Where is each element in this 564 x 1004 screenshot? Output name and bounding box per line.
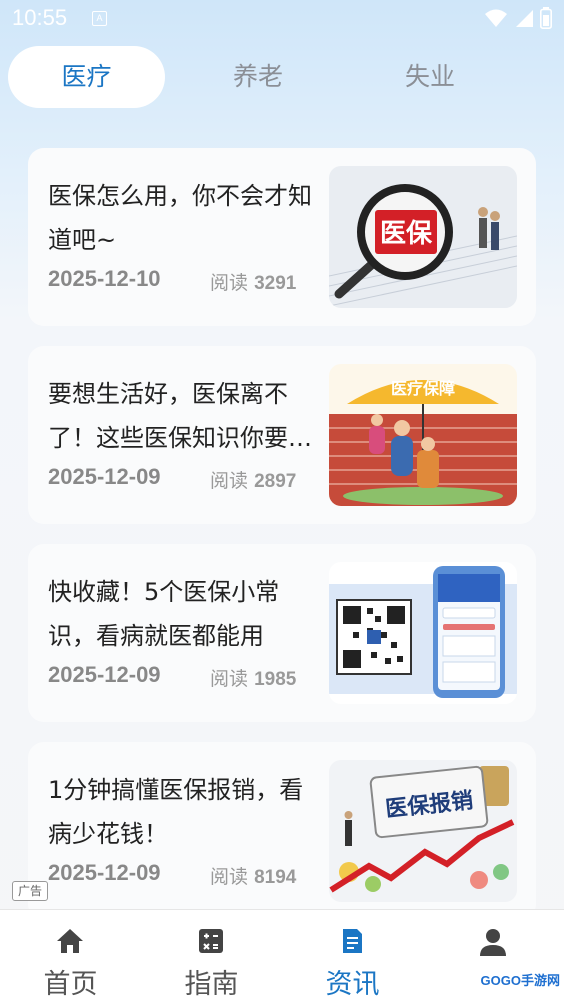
article-thumbnail [329, 562, 517, 704]
article-card[interactable]: 1分钟搞懂医保报销，看病少花钱！ 2025-12-09 阅读 8194 医保报销 [28, 742, 536, 920]
document-icon [343, 929, 362, 953]
article-date: 2025-12-09 [48, 662, 161, 687]
nav-item-home[interactable]: 首页 [0, 910, 141, 1004]
tab-pension[interactable]: 养老 [180, 46, 336, 108]
article-card[interactable]: 快收藏！5个医保小常识，看病就医都能用 2025-12-09 阅读 1985 [28, 544, 536, 722]
article-date: 2025-12-09 [48, 464, 161, 489]
status-bar: 10:55 A [0, 0, 564, 36]
article-date: 2025-12-09 [48, 860, 161, 885]
reimbursement-illustration: 医保报销 [329, 760, 517, 902]
home-icon [57, 929, 83, 953]
umbrella-illustration: 医疗保障 [329, 364, 517, 506]
wifi-icon [485, 9, 507, 27]
watermark: GOGO手游网 [480, 973, 560, 988]
article-title: 医保怎么用，你不会才知道吧~ [48, 182, 312, 254]
category-tabs: 医疗 养老 失业 [8, 46, 556, 108]
article-title: 1分钟搞懂医保报销，看病少花钱！ [48, 776, 304, 848]
article-title: 快收藏！5个医保小常识，看病就医都能用 [48, 578, 280, 650]
article-read-count: 阅读 2897 [210, 470, 297, 492]
nav-item-guide[interactable]: 指南 [141, 910, 282, 1004]
status-time: 10:55 [12, 5, 68, 30]
article-thumbnail: 医保报销 [329, 760, 517, 902]
article-thumbnail: 医保 [329, 166, 517, 308]
article-read-count: 阅读 8194 [210, 866, 297, 888]
qr-phone-illustration [329, 562, 517, 704]
article-date: 2025-12-10 [48, 266, 161, 291]
battery-icon [540, 7, 552, 29]
nav-item-profile[interactable]: GOGO手游网 [423, 910, 564, 1004]
article-title: 要想生活好，医保离不了！这些医保知识你要知道 [48, 380, 312, 452]
ad-tag: 广告 [12, 881, 48, 901]
nav-item-news[interactable]: 资讯 [282, 910, 423, 1004]
user-icon [480, 929, 506, 956]
calculator-icon [199, 929, 223, 953]
signal-icon [516, 10, 533, 27]
notification-icon: A [92, 11, 107, 26]
article-card[interactable]: 要想生活好，医保离不了！这些医保知识你要知道 2025-12-09 阅读 289… [28, 346, 536, 524]
nav-label-news: 资讯 [325, 969, 380, 1000]
nav-label-guide: 指南 [184, 969, 239, 1000]
tab-medical[interactable]: 医疗 [8, 46, 165, 108]
bottom-navigation: 首页 指南 资讯 GOGO手游网 [0, 909, 564, 1004]
svg-text:医保: 医保 [380, 219, 433, 249]
article-read-count: 阅读 3291 [210, 272, 297, 294]
article-read-count: 阅读 1985 [210, 668, 297, 690]
svg-text:医疗保障: 医疗保障 [391, 379, 455, 398]
tab-unemployment[interactable]: 失业 [352, 46, 508, 108]
status-icons [484, 7, 552, 29]
article-thumbnail: 医疗保障 [329, 364, 517, 506]
nav-label-home: 首页 [43, 969, 98, 1000]
magnifier-illustration: 医保 [329, 166, 517, 308]
article-card[interactable]: 医保怎么用，你不会才知道吧~ 2025-12-10 阅读 3291 医保 [28, 148, 536, 326]
